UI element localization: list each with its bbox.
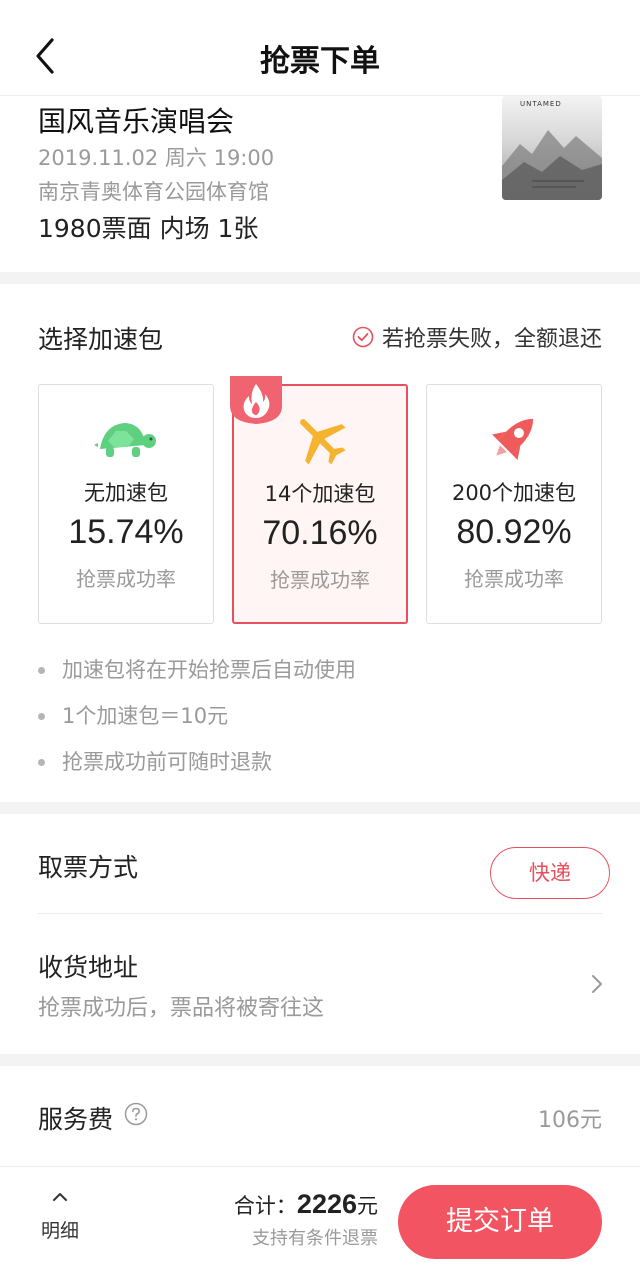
boost-option-none[interactable]: 无加速包 15.74% 抢票成功率 <box>38 384 214 624</box>
service-fee-label: 服务费 <box>38 1105 114 1134</box>
section-separator <box>0 272 640 284</box>
chevron-right-icon <box>592 975 602 993</box>
refund-note: 支持有条件退票 <box>252 1228 378 1249</box>
event-poster-image: UNTAMED <box>502 96 602 200</box>
page-title: 抢票下单 <box>260 44 380 79</box>
service-fee-row: 服务费 106元 <box>0 1066 640 1166</box>
bottom-action-bar: 明细 合计：2226元 支持有条件退票 提交订单 <box>0 1166 640 1288</box>
section-separator <box>0 1054 640 1066</box>
turtle-icon <box>94 423 156 457</box>
event-datetime: 2019.11.02 周六 19:00 <box>38 146 275 170</box>
event-venue: 南京青奥体育公园体育馆 <box>38 180 269 204</box>
success-rate-value: 15.74% <box>68 513 184 551</box>
submit-order-button[interactable]: 提交订单 <box>398 1185 602 1259</box>
chevron-up-icon <box>53 1193 67 1201</box>
delivery-method-label: 取票方式 <box>38 853 139 882</box>
address-hint: 抢票成功后，票品将被寄往这 <box>38 996 325 1021</box>
address-label: 收货地址 <box>38 953 139 982</box>
boost-option-label: 200个加速包 <box>451 481 577 505</box>
boost-option-label: 14个加速包 <box>264 482 376 506</box>
refund-guarantee: 若抢票失败，全额退还 <box>352 322 602 352</box>
detail-label: 明细 <box>40 1220 79 1242</box>
total-prefix: 合计： <box>233 1194 297 1218</box>
rocket-icon <box>492 418 534 460</box>
success-rate-value: 70.16% <box>262 514 378 552</box>
section-separator <box>0 802 640 814</box>
help-question-icon[interactable] <box>124 1102 148 1126</box>
airplane-icon <box>300 419 346 465</box>
success-rate-label: 抢票成功率 <box>76 567 176 591</box>
shipping-address-row[interactable]: 收货地址 抢票成功后，票品将被寄往这 <box>0 914 640 1054</box>
boost-option-200[interactable]: 200个加速包 80.92% 抢票成功率 <box>426 384 602 624</box>
success-rate-value: 80.92% <box>456 513 572 551</box>
ticket-info: 1980票面 内场 1张 <box>38 214 259 243</box>
detail-toggle[interactable]: 明细 <box>34 1189 86 1249</box>
hot-fire-badge-icon <box>230 376 282 424</box>
boost-notes: 加速包将在开始抢票后自动使用 1个加速包＝10元 抢票成功前可随时退款 <box>38 652 356 790</box>
note-item: 加速包将在开始抢票后自动使用 <box>38 652 356 698</box>
service-fee-value: 106元 <box>538 1108 602 1133</box>
nav-bar: 抢票下单 <box>0 0 640 96</box>
total-amount: 2226 <box>296 1189 357 1219</box>
success-rate-label: 抢票成功率 <box>270 568 370 592</box>
poster-title: UNTAMED <box>520 100 562 108</box>
order-total: 合计：2226元 支持有条件退票 <box>234 1189 378 1250</box>
express-delivery-button[interactable]: 快递 <box>490 847 610 899</box>
total-unit: 元 <box>357 1194 378 1218</box>
note-item: 抢票成功前可随时退款 <box>38 744 356 790</box>
boost-option-label: 无加速包 <box>84 481 168 505</box>
guarantee-text: 若抢票失败，全额退还 <box>381 327 602 352</box>
note-item: 1个加速包＝10元 <box>38 698 356 744</box>
event-name: 国风音乐演唱会 <box>38 105 235 138</box>
boost-section-title: 选择加速包 <box>38 325 164 354</box>
event-info: 国风音乐演唱会 2019.11.02 周六 19:00 南京青奥体育公园体育馆 … <box>0 96 640 272</box>
check-circle-icon <box>352 326 374 348</box>
success-rate-label: 抢票成功率 <box>464 567 564 591</box>
